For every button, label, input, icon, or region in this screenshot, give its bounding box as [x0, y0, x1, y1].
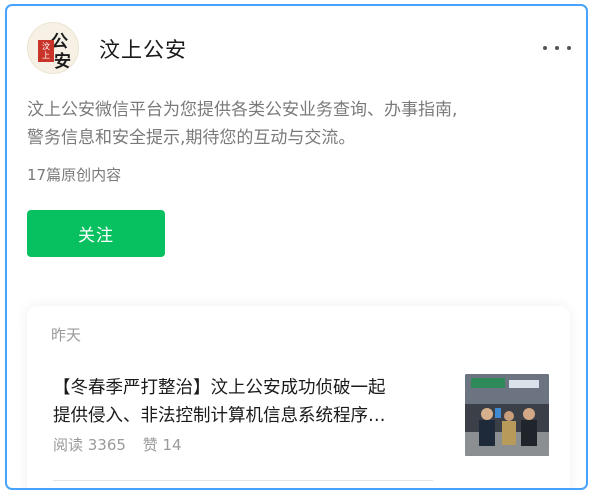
article-title-line-1: 【冬春季严打整治】汶上公安成功侦破一起 — [53, 378, 386, 398]
account-header: 公 汶上 安 汶上公安 — [27, 22, 577, 74]
account-avatar[interactable]: 公 汶上 安 — [27, 22, 79, 74]
article-title[interactable]: 【冬春季严打整治】汶上公安成功侦破一起 提供侵入、非法控制计算机信息系统程序… — [53, 374, 453, 430]
account-card: 公 汶上 安 汶上公安 汶上公安微信平台为您提供各类公安业务查询、办事指南, 警… — [5, 4, 588, 490]
description-line-1: 汶上公安微信平台为您提供各类公安业务查询、办事指南, — [27, 100, 458, 120]
follow-button[interactable]: 关注 — [27, 210, 165, 257]
avatar-seal: 汶上 — [38, 40, 54, 62]
account-description: 汶上公安微信平台为您提供各类公安业务查询、办事指南, 警务信息和安全提示,期待您… — [27, 96, 567, 152]
original-article-count: 17篇原创内容 — [27, 166, 122, 184]
read-count: 阅读 3365 — [53, 436, 126, 454]
more-dots-icon[interactable] — [543, 40, 571, 56]
feed-date: 昨天 — [51, 326, 82, 344]
account-name[interactable]: 汶上公安 — [99, 34, 187, 64]
article-stats: 阅读 3365 赞 14 — [53, 434, 182, 455]
feed-divider — [53, 480, 433, 481]
article-feed: 昨天 【冬春季严打整治】汶上公安成功侦破一起 提供侵入、非法控制计算机信息系统程… — [27, 306, 570, 488]
like-count: 赞 14 — [142, 436, 182, 454]
description-line-2: 警务信息和安全提示,期待您的互动与交流。 — [27, 128, 356, 148]
article-item[interactable]: 【冬春季严打整治】汶上公安成功侦破一起 提供侵入、非法控制计算机信息系统程序… … — [27, 368, 570, 468]
avatar-logo-text-2: 安 — [54, 52, 71, 72]
article-thumbnail[interactable] — [465, 374, 549, 456]
article-title-line-2: 提供侵入、非法控制计算机信息系统程序… — [53, 406, 386, 426]
thumbnail-photo — [465, 374, 549, 456]
